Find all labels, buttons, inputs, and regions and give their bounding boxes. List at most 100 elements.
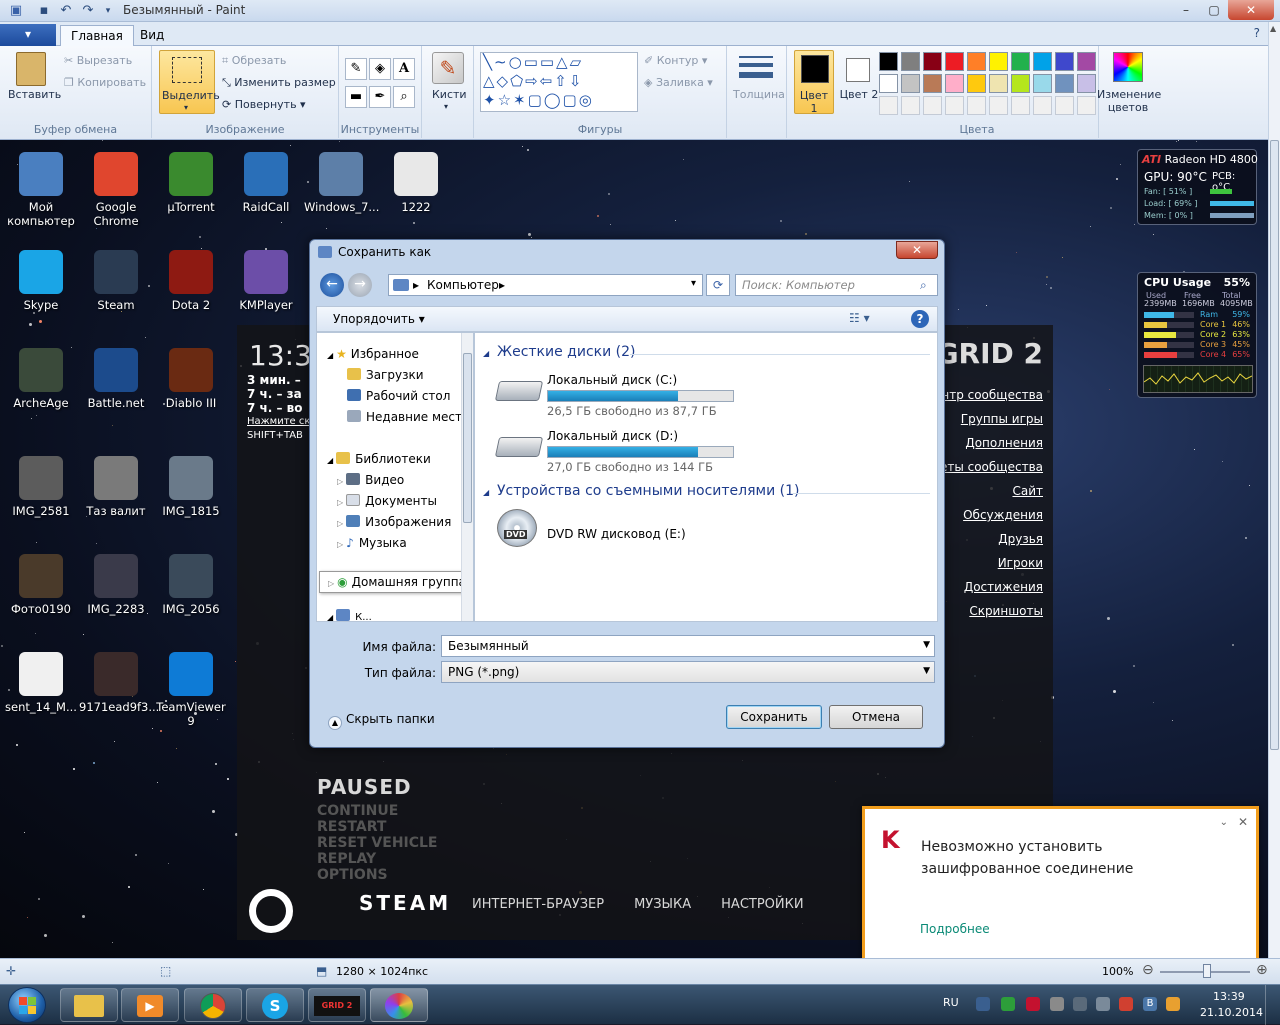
collapse-icon[interactable]: ◢ bbox=[483, 349, 489, 358]
desktop-icon[interactable]: TeamViewer 9 bbox=[154, 652, 228, 728]
brush-icon[interactable]: ✎ bbox=[432, 52, 464, 84]
network-tray-icon[interactable] bbox=[1050, 997, 1064, 1011]
taskbar-media-player[interactable]: ▶ bbox=[121, 988, 179, 1022]
palette-swatch[interactable] bbox=[945, 74, 964, 93]
show-desktop-button[interactable] bbox=[1265, 985, 1280, 1025]
undo-icon[interactable]: ↶ bbox=[58, 3, 74, 19]
taskbar-skype[interactable]: S bbox=[246, 988, 304, 1022]
palette-swatch[interactable] bbox=[1055, 74, 1074, 93]
forward-arrow-icon[interactable]: → bbox=[348, 273, 372, 297]
palette-swatch[interactable] bbox=[1011, 52, 1030, 71]
start-button[interactable] bbox=[8, 987, 46, 1023]
custom-color-slot[interactable] bbox=[945, 96, 964, 115]
tab-home[interactable]: Главная bbox=[60, 25, 134, 46]
text-tool-icon[interactable]: A bbox=[393, 58, 415, 80]
flag-tray-icon[interactable] bbox=[1073, 997, 1087, 1011]
desktop-icon[interactable]: Мой компьютер bbox=[4, 152, 78, 228]
desktop-icon[interactable]: µTorrent bbox=[154, 152, 228, 214]
chevron-down-icon[interactable]: ⌄ bbox=[1220, 817, 1228, 828]
color1-button[interactable]: Цвет 1 bbox=[794, 50, 834, 115]
nav-documents[interactable]: ▷ Документы bbox=[337, 494, 437, 508]
address-text[interactable]: Компьютер bbox=[427, 278, 499, 292]
drive-name[interactable]: Локальный диск (C:) bbox=[547, 373, 677, 387]
clock-date[interactable]: 21.10.2014 bbox=[1200, 1006, 1263, 1019]
taskbar-paint[interactable] bbox=[370, 988, 428, 1022]
filetype-select[interactable]: PNG (*.png) ▼ bbox=[441, 661, 935, 683]
overlay-link[interactable]: веты сообщества bbox=[933, 455, 1043, 479]
custom-color-slot[interactable] bbox=[1033, 96, 1052, 115]
chevron-down-icon[interactable]: ▼ bbox=[923, 640, 930, 650]
clock-time[interactable]: 13:39 bbox=[1213, 990, 1245, 1003]
pause-menu-item[interactable]: RESTART bbox=[317, 819, 438, 835]
shapes-gallery[interactable]: ╲∼○▭▭△▱ △◇⬠⇨⇦⇧⇩ ✦☆✶▢◯▢◎ bbox=[480, 52, 638, 112]
desktop-icon[interactable]: Diablo III bbox=[154, 348, 228, 410]
nav-homegroup[interactable]: ▷ ◉ Домашняя группа bbox=[319, 571, 466, 593]
close-icon[interactable]: ✕ bbox=[1238, 815, 1248, 829]
overlay-link[interactable]: Обсуждения bbox=[933, 503, 1043, 527]
palette-swatch[interactable] bbox=[1077, 74, 1096, 93]
desktop-icon[interactable]: IMG_2581 bbox=[4, 456, 78, 518]
redo-icon[interactable]: ↷ bbox=[80, 3, 96, 19]
taskbar-chrome[interactable] bbox=[184, 988, 242, 1022]
pause-menu-item[interactable]: REPLAY bbox=[317, 851, 438, 867]
hard-disk-icon[interactable] bbox=[494, 381, 544, 401]
eraser-icon[interactable]: ▬ bbox=[345, 86, 367, 108]
desktop-icon[interactable]: Dota 2 bbox=[154, 250, 228, 312]
desktop-icon[interactable]: IMG_2283 bbox=[79, 554, 153, 616]
custom-color-slot[interactable] bbox=[1077, 96, 1096, 115]
pause-menu-item[interactable]: RESET VEHICLE bbox=[317, 835, 438, 851]
taskbar-explorer[interactable] bbox=[60, 988, 118, 1022]
dialog-close-button[interactable]: ✕ bbox=[896, 241, 938, 259]
line-thickness-icon[interactable] bbox=[739, 54, 773, 82]
color2-button[interactable]: Цвет 2 bbox=[839, 50, 879, 114]
desktop-icon[interactable]: Таз валит bbox=[79, 456, 153, 518]
address-dropdown-icon[interactable]: ▾ bbox=[691, 278, 696, 289]
minimize-button[interactable]: – bbox=[1172, 0, 1200, 20]
custom-color-slot[interactable] bbox=[923, 96, 942, 115]
language-indicator[interactable]: RU bbox=[943, 996, 959, 1009]
quick-access-dropdown-icon[interactable]: ▾ bbox=[100, 3, 116, 19]
zoom-out-icon[interactable]: ⊖ bbox=[1142, 962, 1154, 978]
palette-swatch[interactable] bbox=[1033, 74, 1052, 93]
overlay-bottom-link[interactable]: НАСТРОЙКИ bbox=[721, 897, 803, 912]
palette-swatch[interactable] bbox=[901, 52, 920, 71]
custom-color-slot[interactable] bbox=[989, 96, 1008, 115]
palette-swatch[interactable] bbox=[901, 74, 920, 93]
tab-view[interactable]: Вид bbox=[130, 25, 174, 46]
palette-swatch[interactable] bbox=[945, 52, 964, 71]
desktop-icon[interactable]: RaidCall bbox=[229, 152, 303, 214]
desktop-icon[interactable]: Skype bbox=[4, 250, 78, 312]
custom-color-slot[interactable] bbox=[879, 96, 898, 115]
nav-scrollbar[interactable] bbox=[461, 333, 473, 621]
nav-desktop[interactable]: Рабочий стол bbox=[347, 389, 450, 403]
desktop-icon[interactable]: IMG_1815 bbox=[154, 456, 228, 518]
desktop-icon[interactable]: Steam bbox=[79, 250, 153, 312]
overlay-link[interactable]: Дополнения bbox=[933, 431, 1043, 455]
overlay-link[interactable]: Скриншоты bbox=[933, 599, 1043, 623]
app-tray-icon[interactable] bbox=[1119, 997, 1133, 1011]
volume-tray-icon[interactable] bbox=[1096, 997, 1110, 1011]
kaspersky-tray-icon[interactable] bbox=[1026, 997, 1040, 1011]
palette-swatch[interactable] bbox=[989, 52, 1008, 71]
palette-swatch[interactable] bbox=[1011, 74, 1030, 93]
paste-button[interactable]: Вставить bbox=[8, 88, 61, 101]
paste-icon[interactable] bbox=[16, 52, 46, 86]
dvd-drive-name[interactable]: DVD RW дисковод (E:) bbox=[547, 527, 686, 541]
vk-tray-icon[interactable]: B bbox=[1143, 997, 1157, 1011]
refresh-icon[interactable]: ⟳ bbox=[706, 274, 730, 296]
rotate-button[interactable]: ⟳ Повернуть ▾ bbox=[222, 98, 306, 111]
utorrent-tray-icon[interactable] bbox=[1001, 997, 1015, 1011]
palette-swatch[interactable] bbox=[967, 74, 986, 93]
organize-button[interactable]: Упорядочить ▾ bbox=[333, 312, 425, 326]
desktop-icon[interactable]: KMPlayer bbox=[229, 250, 303, 312]
back-arrow-icon[interactable]: ← bbox=[320, 273, 344, 297]
custom-color-slot[interactable] bbox=[1011, 96, 1030, 115]
palette-swatch[interactable] bbox=[923, 74, 942, 93]
hard-disks-header[interactable]: Жесткие диски (2) bbox=[497, 344, 635, 360]
pencil-icon[interactable]: ✎ bbox=[345, 58, 367, 80]
nav-scrollbar-thumb[interactable] bbox=[463, 353, 472, 523]
fill-bucket-icon[interactable]: ◈ bbox=[369, 58, 391, 80]
edit-colors-button[interactable]: Изменение цветов bbox=[1097, 88, 1161, 114]
overlay-link[interactable]: Сайт bbox=[933, 479, 1043, 503]
overlay-bottom-link[interactable]: МУЗЫКА bbox=[634, 897, 691, 912]
